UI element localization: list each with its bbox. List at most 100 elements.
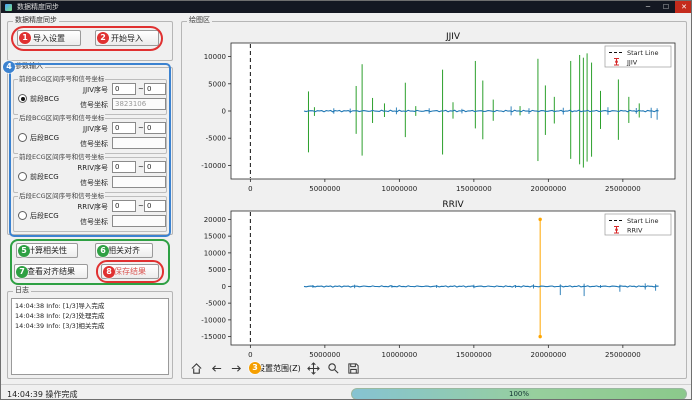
minimize-button[interactable]: ─ <box>639 1 657 13</box>
svg-text:5000000: 5000000 <box>309 185 340 193</box>
front-ecg-seq-to-input[interactable] <box>144 161 166 173</box>
window-title: 数据精度同步 <box>17 2 59 12</box>
front-ecg-seq-from-input[interactable] <box>112 161 136 173</box>
front-ecg-radio[interactable] <box>18 172 27 181</box>
param-section-rear-ecg: 后段ECG区间序号和信号坐标 后段ECG RRIV序号 ~ 信号坐标 <box>13 196 167 232</box>
svg-text:-5000: -5000 <box>206 300 226 308</box>
maximize-button[interactable]: ☐ <box>657 1 675 13</box>
svg-text:0: 0 <box>248 185 252 193</box>
app-window: 数据精度同步 ─ ☐ ✕ 数据精度同步 导入设置 开始导入 1 2 参数输入 4… <box>0 0 692 400</box>
svg-text:Start Line: Start Line <box>627 217 659 225</box>
rear-bcg-coord-input[interactable] <box>112 137 166 149</box>
save-result-label: 保存结果 <box>114 266 146 277</box>
front-ecg-coord-input[interactable] <box>112 176 166 188</box>
svg-text:-15000: -15000 <box>201 333 226 341</box>
zoom-icon[interactable] <box>326 361 341 376</box>
start-import-label: 开始导入 <box>111 33 143 44</box>
rear-ecg-radio-label: 后段ECG <box>30 211 59 221</box>
param-section-title: 后段BCG区间序号和信号坐标 <box>18 114 105 122</box>
status-text: 14:04:39 操作完成 <box>7 389 77 400</box>
tilde-separator: ~ <box>138 202 144 210</box>
svg-text:20000000: 20000000 <box>531 351 567 359</box>
rear-ecg-seq-to-input[interactable] <box>144 200 166 212</box>
svg-text:25000000: 25000000 <box>605 351 641 359</box>
svg-text:10000: 10000 <box>204 249 226 257</box>
forward-arrow-icon[interactable] <box>229 361 244 376</box>
svg-text:JJIV: JJIV <box>445 32 461 42</box>
svg-text:0: 0 <box>222 283 226 291</box>
svg-text:-10000: -10000 <box>201 162 226 170</box>
front-bcg-radio[interactable] <box>18 94 27 103</box>
param-section-front-bcg: 前段BCG区间序号和信号坐标 前段BCG JJIV序号 ~ 信号坐标 <box>13 79 167 115</box>
svg-text:5000: 5000 <box>208 266 226 274</box>
svg-text:20000000: 20000000 <box>531 185 567 193</box>
svg-text:15000000: 15000000 <box>456 185 492 193</box>
param-section-title: 前段BCG区间序号和信号坐标 <box>18 75 105 83</box>
svg-text:-10000: -10000 <box>201 316 226 324</box>
app-icon <box>5 4 12 11</box>
svg-text:20000: 20000 <box>204 216 226 224</box>
tilde-separator: ~ <box>138 85 144 93</box>
svg-text:10000: 10000 <box>204 53 226 61</box>
param-section-front-ecg: 前段ECG区间序号和信号坐标 前段ECG RRIV序号 ~ 信号坐标 <box>13 157 167 193</box>
params-group-title: 参数输入 <box>13 62 45 71</box>
view-align-result-label: 查看对齐结果 <box>27 266 75 277</box>
back-arrow-icon[interactable] <box>209 361 224 376</box>
titlebar: 数据精度同步 ─ ☐ ✕ <box>1 1 692 13</box>
save-icon[interactable] <box>346 361 361 376</box>
jjiv-seq-label: JJIV序号 <box>62 85 108 95</box>
annotation-badge-3: 3 <box>249 362 261 374</box>
set-range-label[interactable]: 设置范围(Z) <box>257 363 301 374</box>
jjiv-seq-label: JJIV序号 <box>62 124 108 134</box>
svg-text:RRIV: RRIV <box>627 227 643 235</box>
front-bcg-seq-to-input[interactable] <box>144 83 166 95</box>
rear-ecg-coord-input[interactable] <box>112 215 166 227</box>
rear-ecg-radio[interactable] <box>18 211 27 220</box>
rear-ecg-seq-from-input[interactable] <box>112 200 136 212</box>
pan-icon[interactable] <box>306 361 321 376</box>
jjiv-chart[interactable]: JJIV1000050000-5000-10000050000001000000… <box>187 29 681 193</box>
annotation-badge-5: 5 <box>18 245 30 257</box>
log-group-title: 日志 <box>13 286 31 295</box>
window-controls: ─ ☐ ✕ <box>639 1 692 13</box>
param-section-rear-bcg: 后段BCG区间序号和信号坐标 后段BCG JJIV序号 ~ 信号坐标 <box>13 118 167 154</box>
front-bcg-coord-input[interactable] <box>112 98 166 110</box>
tilde-separator: ~ <box>138 124 144 132</box>
close-button[interactable]: ✕ <box>675 1 692 13</box>
home-icon[interactable] <box>189 361 204 376</box>
svg-text:15000: 15000 <box>204 233 226 241</box>
svg-text:25000000: 25000000 <box>605 185 641 193</box>
svg-text:5000000: 5000000 <box>309 351 340 359</box>
log-line: 14:04:39 Info: [3/3]相关完成 <box>15 321 165 331</box>
svg-text:5000: 5000 <box>208 80 226 88</box>
svg-text:RRIV: RRIV <box>442 200 464 210</box>
rear-bcg-radio[interactable] <box>18 133 27 142</box>
front-bcg-seq-from-input[interactable] <box>112 83 136 95</box>
log-list[interactable]: 14:04:38 Info: [1/3]导入完成 14:04:38 Info: … <box>11 298 169 375</box>
svg-text:JJIV: JJIV <box>626 59 638 67</box>
rriv-chart[interactable]: RRIV 20000 15000 10000 5000 0 -5000 -10000 -1500… <box>187 197 681 359</box>
svg-text:10000000: 10000000 <box>382 351 418 359</box>
tilde-separator: ~ <box>138 163 144 171</box>
svg-text:15000000: 15000000 <box>456 351 492 359</box>
annotation-badge-4: 4 <box>3 61 15 73</box>
import-group-title: 数据精度同步 <box>13 16 59 25</box>
progress-text: 100% <box>509 390 529 398</box>
plot-group-title: 绘图区 <box>187 16 212 25</box>
plot-toolbar: 3 设置范围(Z) <box>189 359 361 377</box>
log-line: 14:04:38 Info: [1/3]导入完成 <box>15 301 165 311</box>
rear-bcg-radio-label: 后段BCG <box>30 133 59 143</box>
front-ecg-radio-label: 前段ECG <box>30 172 59 182</box>
signal-coord-label: 信号坐标 <box>62 100 108 110</box>
rear-bcg-seq-to-input[interactable] <box>144 122 166 134</box>
svg-text:10000000: 10000000 <box>382 185 418 193</box>
signal-coord-label: 信号坐标 <box>62 217 108 227</box>
import-settings-label: 导入设置 <box>33 33 65 44</box>
param-section-title: 后段ECG区间序号和信号坐标 <box>18 192 105 200</box>
rear-bcg-seq-from-input[interactable] <box>112 122 136 134</box>
svg-text:0: 0 <box>248 351 252 359</box>
calc-correlation-label: 计算相关性 <box>27 245 67 256</box>
annotation-badge-7: 7 <box>16 266 28 278</box>
svg-text:0: 0 <box>222 108 226 116</box>
annotation-badge-2: 2 <box>97 32 109 44</box>
